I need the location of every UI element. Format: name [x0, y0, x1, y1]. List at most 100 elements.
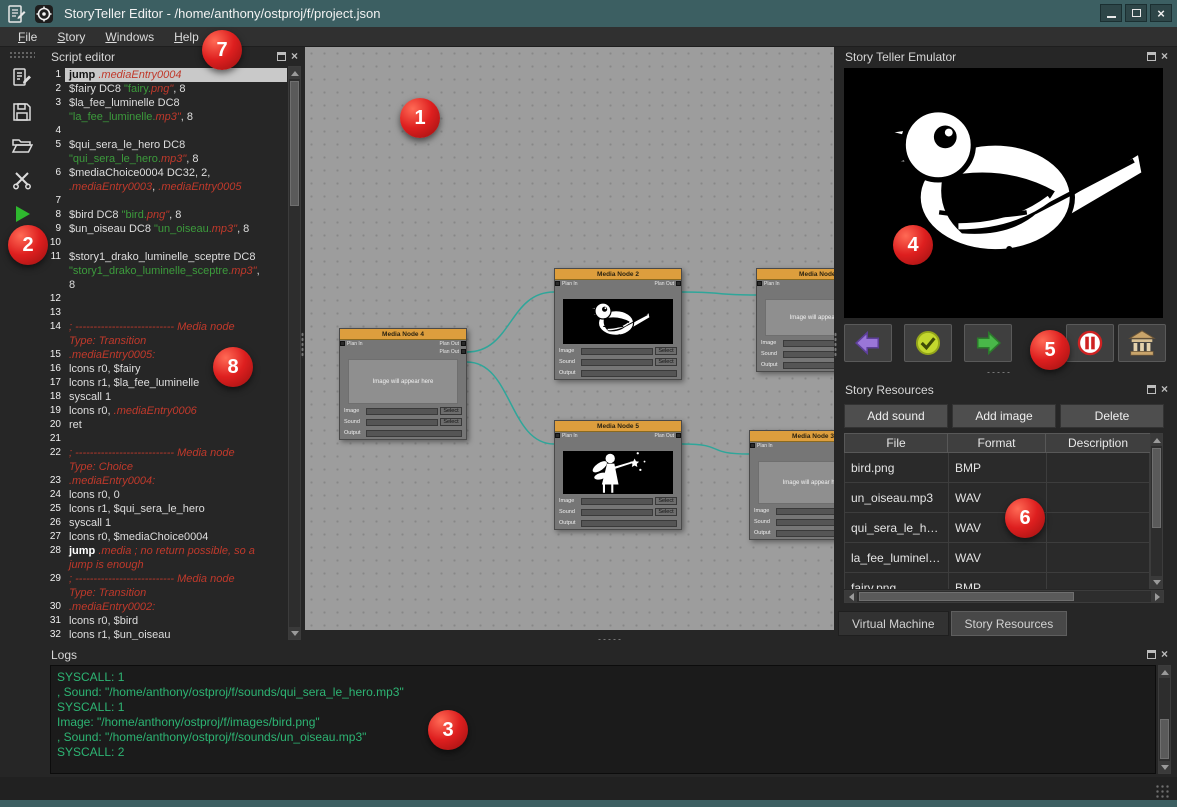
- table-row[interactable]: la_fee_luminelle.mp3WAV: [845, 543, 1149, 573]
- code-line[interactable]: 3$la_fee_luminelle DC8: [46, 96, 287, 110]
- forward-button[interactable]: [964, 324, 1012, 362]
- logs-scrollbar[interactable]: [1158, 665, 1171, 774]
- resources-table-hscrollbar[interactable]: [844, 590, 1164, 603]
- close-project-button[interactable]: [7, 166, 37, 194]
- select-button[interactable]: Select: [655, 497, 677, 505]
- close-panel-icon[interactable]: ×: [1161, 648, 1168, 660]
- code-line[interactable]: 4: [46, 124, 287, 138]
- menu-windows[interactable]: Windows: [95, 27, 164, 47]
- code-line[interactable]: 7: [46, 194, 287, 208]
- code-line[interactable]: 25lcons r1, $qui_sera_le_hero: [46, 502, 287, 516]
- code-line[interactable]: "qui_sera_le_hero.mp3", 8: [46, 152, 287, 166]
- select-button[interactable]: Select: [440, 418, 462, 426]
- code-line[interactable]: Type: Transition: [46, 334, 287, 348]
- node-canvas[interactable]: Media Node 4Plan InPlan OutPlan OutImage…: [305, 47, 834, 630]
- close-panel-icon[interactable]: ×: [1161, 50, 1168, 62]
- script-editor-content[interactable]: 1jump .mediaEntry00042$fairy DC8 "fairy.…: [46, 66, 287, 640]
- resources-table-vscrollbar[interactable]: [1150, 433, 1163, 589]
- code-line[interactable]: 24lcons r0, 0: [46, 488, 287, 502]
- column-header-file[interactable]: File: [844, 433, 948, 453]
- code-line[interactable]: 27lcons r0, $mediaChoice0004: [46, 530, 287, 544]
- select-button[interactable]: Select: [440, 407, 462, 415]
- open-project-button[interactable]: [7, 132, 37, 160]
- close-button[interactable]: ×: [1150, 4, 1172, 22]
- code-line[interactable]: 14; --------------------------- Media no…: [46, 320, 287, 334]
- column-header-format[interactable]: Format: [948, 433, 1046, 453]
- code-line[interactable]: 28jump .media ; no return possible, so a: [46, 544, 287, 558]
- code-line[interactable]: 18syscall 1: [46, 390, 287, 404]
- code-line[interactable]: 8: [46, 278, 287, 292]
- code-line[interactable]: 20ret: [46, 418, 287, 432]
- media-node[interactable]: Media Node 3Plan InImage will appear her…: [749, 430, 834, 540]
- float-panel-icon[interactable]: [277, 52, 286, 61]
- code-line[interactable]: 10: [46, 236, 287, 250]
- code-line[interactable]: 23.mediaEntry0004:: [46, 474, 287, 488]
- maximize-button[interactable]: [1125, 4, 1147, 22]
- splitter-left[interactable]: [301, 332, 304, 358]
- column-header-description[interactable]: Description: [1046, 433, 1150, 453]
- home-button[interactable]: [1118, 324, 1166, 362]
- input-port[interactable]: [750, 443, 755, 448]
- validate-button[interactable]: [904, 324, 952, 362]
- code-line[interactable]: 11$story1_drako_luminelle_sceptre DC8: [46, 250, 287, 264]
- run-button[interactable]: [7, 200, 37, 228]
- select-button[interactable]: Select: [655, 508, 677, 516]
- output-port[interactable]: [461, 349, 466, 354]
- code-line[interactable]: 26syscall 1: [46, 516, 287, 530]
- input-port[interactable]: [555, 433, 560, 438]
- menu-file[interactable]: File: [8, 27, 47, 47]
- table-row[interactable]: fairy.pngBMP: [845, 573, 1149, 589]
- code-line[interactable]: "story1_drako_luminelle_sceptre.mp3",: [46, 264, 287, 278]
- float-panel-icon[interactable]: [1147, 650, 1156, 659]
- input-port[interactable]: [555, 281, 560, 286]
- splitter-emulator[interactable]: [986, 371, 1012, 374]
- output-port[interactable]: [676, 281, 681, 286]
- code-line[interactable]: 31lcons r0, $bird: [46, 614, 287, 628]
- code-line[interactable]: Type: Choice: [46, 460, 287, 474]
- resize-grip[interactable]: [1155, 784, 1169, 798]
- media-node[interactable]: Media Node 4Plan InPlan OutPlan OutImage…: [339, 328, 467, 440]
- close-panel-icon[interactable]: ×: [291, 50, 298, 62]
- code-line[interactable]: 32lcons r1, $un_oiseau: [46, 628, 287, 640]
- output-port[interactable]: [676, 433, 681, 438]
- code-line[interactable]: Type: Transition: [46, 586, 287, 600]
- new-script-button[interactable]: [7, 64, 37, 92]
- media-node[interactable]: Media Node 5Plan InPlan OutImageSelectSo…: [554, 420, 682, 530]
- code-line[interactable]: 22; --------------------------- Media no…: [46, 446, 287, 460]
- code-line[interactable]: 8$bird DC8 "bird.png", 8: [46, 208, 287, 222]
- output-port[interactable]: [461, 341, 466, 346]
- float-panel-icon[interactable]: [1147, 52, 1156, 61]
- close-panel-icon[interactable]: ×: [1161, 383, 1168, 395]
- code-line[interactable]: 9$un_oiseau DC8 "un_oiseau.mp3", 8: [46, 222, 287, 236]
- code-line[interactable]: 17lcons r1, $la_fee_luminelle: [46, 376, 287, 390]
- code-line[interactable]: 6$mediaChoice0004 DC32, 2,: [46, 166, 287, 180]
- menu-story[interactable]: Story: [47, 27, 95, 47]
- select-button[interactable]: Select: [655, 347, 677, 355]
- pause-button[interactable]: [1066, 324, 1114, 362]
- code-line[interactable]: jump is enough: [46, 558, 287, 572]
- input-port[interactable]: [757, 281, 762, 286]
- table-row[interactable]: bird.pngBMP: [845, 453, 1149, 483]
- code-line[interactable]: 1jump .mediaEntry0004: [46, 68, 287, 82]
- back-button[interactable]: [844, 324, 892, 362]
- minimize-button[interactable]: [1100, 4, 1122, 22]
- code-line[interactable]: 5$qui_sera_le_hero DC8: [46, 138, 287, 152]
- code-line[interactable]: 12: [46, 292, 287, 306]
- media-node[interactable]: Media Node 6Plan InImage will appear her…: [756, 268, 834, 372]
- code-line[interactable]: .mediaEntry0003, .mediaEntry0005: [46, 180, 287, 194]
- input-port[interactable]: [340, 341, 345, 346]
- select-button[interactable]: Select: [655, 358, 677, 366]
- tab-story-resources[interactable]: Story Resources: [951, 611, 1068, 636]
- code-line[interactable]: 21: [46, 432, 287, 446]
- code-line[interactable]: 19lcons r0, .mediaEntry0006: [46, 404, 287, 418]
- save-button[interactable]: [7, 98, 37, 126]
- code-line[interactable]: 30.mediaEntry0002:: [46, 600, 287, 614]
- float-panel-icon[interactable]: [1147, 385, 1156, 394]
- delete-button[interactable]: Delete: [1060, 404, 1164, 428]
- script-editor-scrollbar[interactable]: [288, 66, 301, 640]
- media-node[interactable]: Media Node 2Plan InPlan OutImageSelectSo…: [554, 268, 682, 380]
- table-row[interactable]: qui_sera_le_hero.mp3WAV: [845, 513, 1149, 543]
- add-image-button[interactable]: Add image: [952, 404, 1056, 428]
- code-line[interactable]: 13: [46, 306, 287, 320]
- toolbar-drag-handle[interactable]: [9, 51, 35, 58]
